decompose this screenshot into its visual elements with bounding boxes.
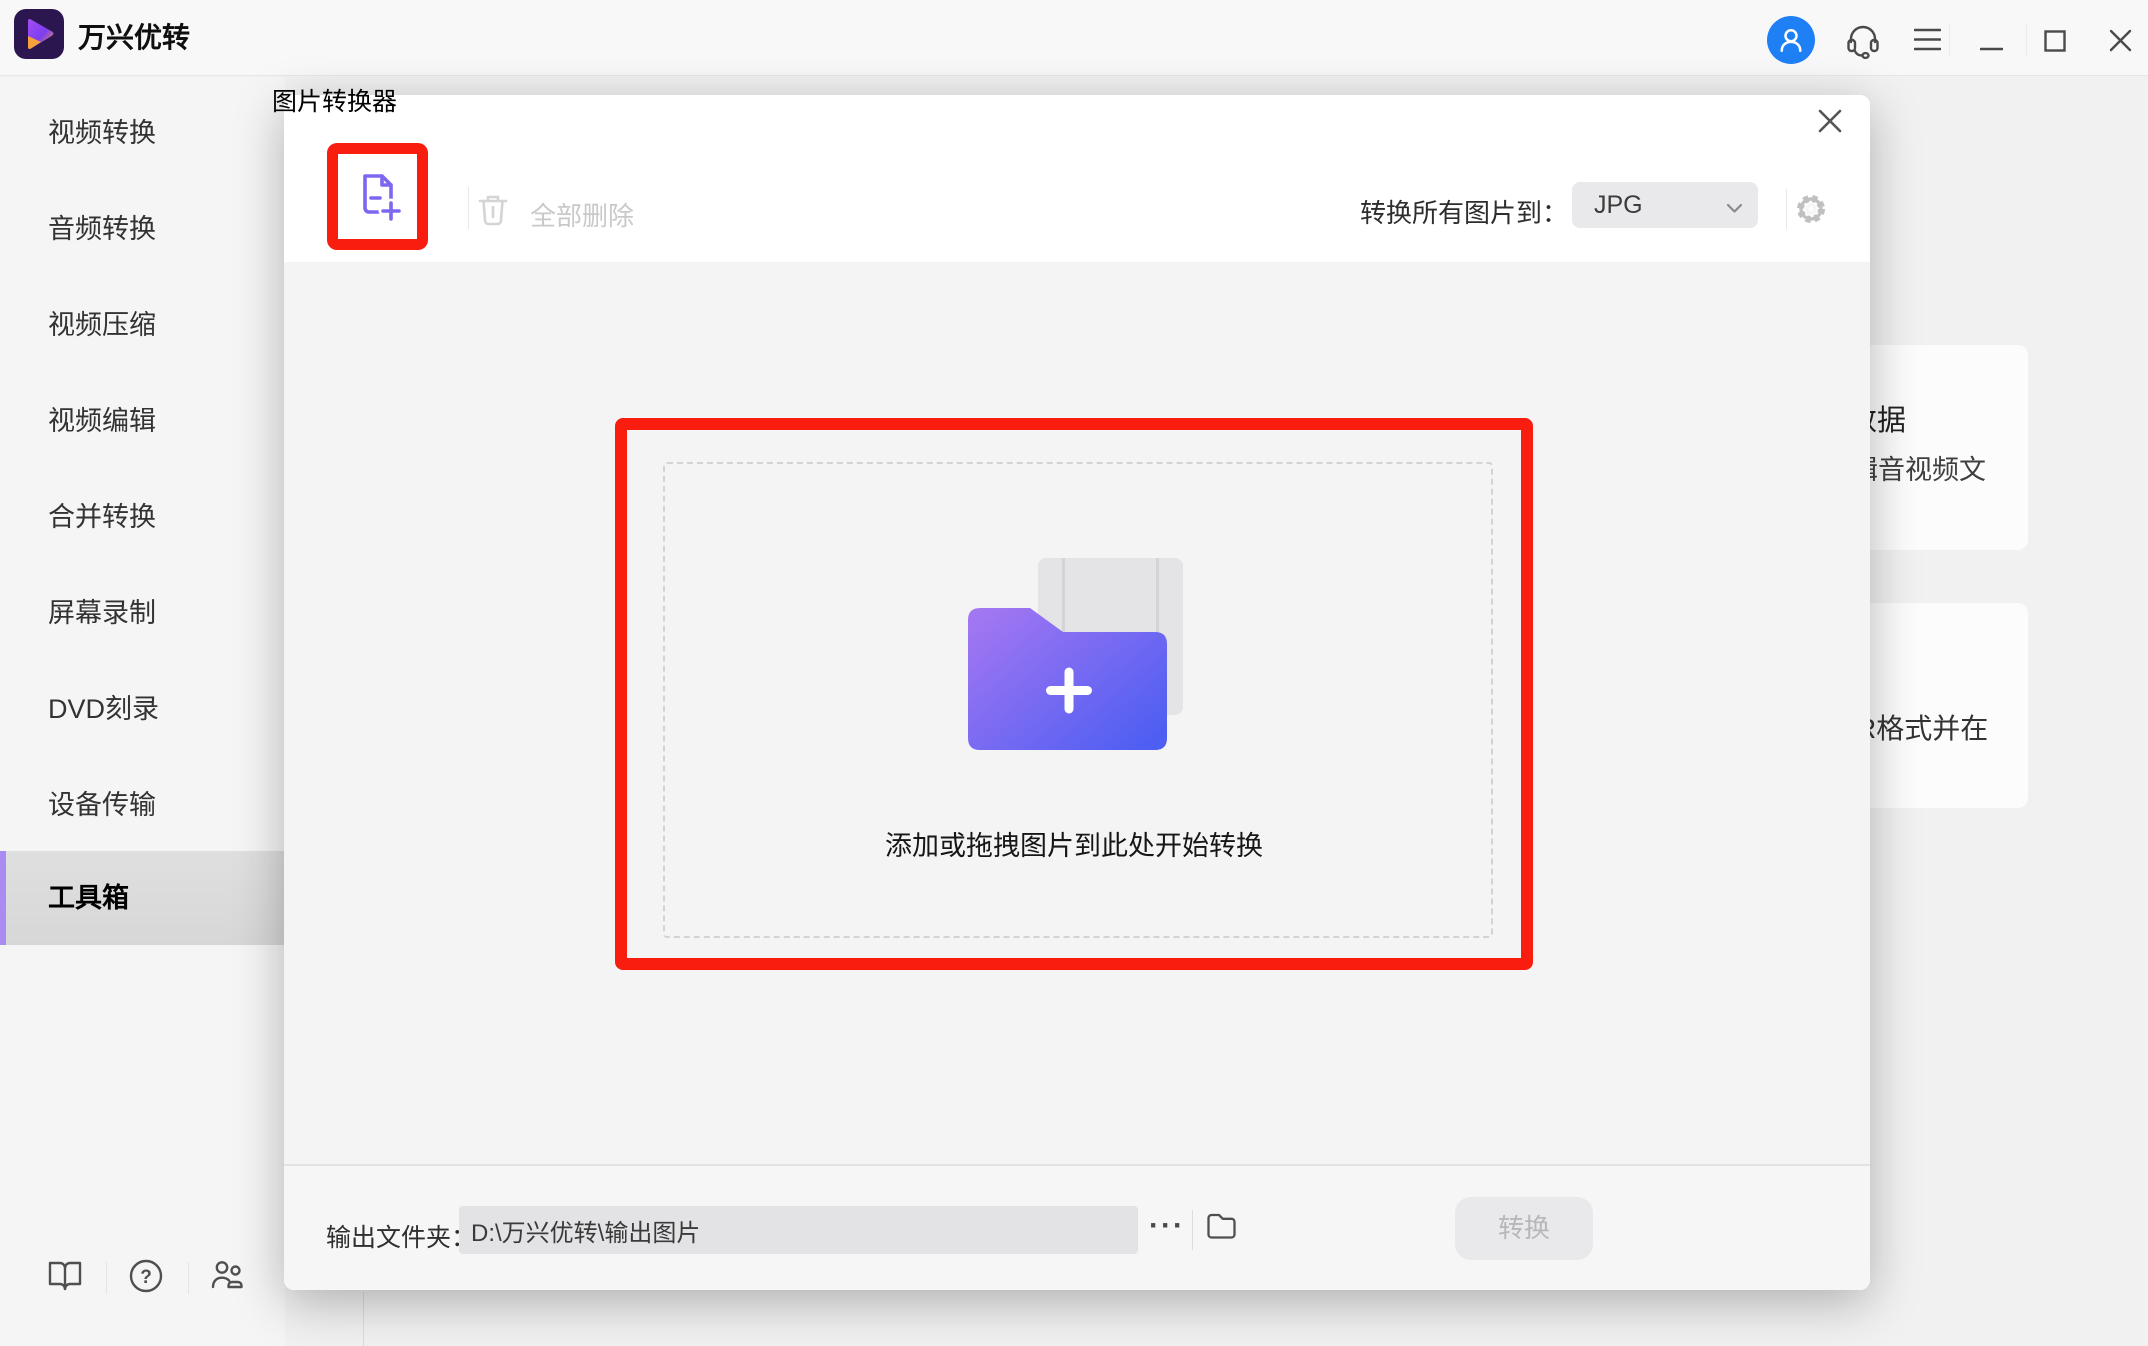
app-title: 万兴优转	[78, 0, 190, 76]
browse-more-button[interactable]: ···	[1142, 1208, 1192, 1250]
minimize-button[interactable]	[1980, 38, 2003, 56]
close-dialog-button[interactable]	[1812, 103, 1848, 139]
background-card-text: R格式并在	[1856, 707, 1988, 747]
sidebar-item-video-convert[interactable]: 视频转换	[0, 87, 285, 179]
help-icon[interactable]: ?	[128, 1258, 164, 1299]
open-folder-icon[interactable]	[1206, 1212, 1237, 1245]
sidebar-item-merge-convert[interactable]: 合并转换	[0, 471, 285, 563]
sidebar-item-video-compress[interactable]: 视频压缩	[0, 279, 285, 371]
output-folder-label: 输出文件夹：	[326, 1218, 476, 1254]
svg-text:?: ?	[140, 1267, 152, 1288]
toolbar-divider	[1786, 189, 1787, 229]
convert-button[interactable]: 转换	[1455, 1197, 1593, 1260]
support-headset-icon[interactable]	[1844, 21, 1882, 64]
sidebar-item-screen-record[interactable]: 屏幕录制	[0, 567, 285, 659]
chevron-down-icon	[1726, 201, 1743, 219]
convert-all-to-label: 转换所有图片到：	[1360, 193, 1568, 230]
toolbar-divider	[468, 187, 469, 229]
sidebar-footer-divider	[106, 1262, 107, 1294]
sidebar-item-device-transfer[interactable]: 设备传输	[0, 759, 285, 851]
titlebar-divider	[2026, 24, 2027, 56]
dialog-toolbar: 全部删除 转换所有图片到： JPG	[284, 95, 1870, 262]
image-converter-dialog: 全部删除 转换所有图片到： JPG	[284, 95, 1870, 1290]
title-bar: 万兴优转	[0, 0, 2148, 76]
affiliate-users-icon[interactable]	[208, 1258, 246, 1299]
delete-all-icon[interactable]	[476, 192, 510, 233]
close-window-button[interactable]	[2109, 29, 2132, 57]
sidebar-item-dvd-burn[interactable]: DVD刻录	[0, 663, 285, 755]
add-files-button[interactable]	[354, 172, 402, 222]
sidebar-item-video-edit[interactable]: 视频编辑	[0, 375, 285, 467]
footer-divider	[1192, 1210, 1193, 1250]
titlebar-divider	[1949, 24, 1950, 56]
sidebar-footer-divider	[188, 1262, 189, 1294]
content-divider	[363, 1292, 364, 1346]
guide-book-icon[interactable]	[46, 1258, 84, 1299]
account-avatar[interactable]	[1767, 16, 1815, 64]
annotation-red-box-dropzone	[615, 418, 1533, 970]
dialog-content: 添加或拖拽图片到此处开始转换	[284, 262, 1870, 1164]
app-logo-icon	[14, 9, 64, 59]
dialog-title: 图片转换器	[272, 82, 397, 118]
annotation-red-box-add-files	[327, 143, 428, 250]
delete-all-label[interactable]: 全部删除	[530, 196, 634, 233]
app-window: 万兴优转	[0, 0, 2148, 1346]
output-path-input[interactable]	[459, 1206, 1138, 1254]
menu-icon[interactable]	[1914, 28, 1941, 57]
format-dropdown[interactable]: JPG	[1572, 182, 1758, 228]
maximize-button[interactable]	[2044, 30, 2066, 57]
sidebar-item-audio-convert[interactable]: 音频转换	[0, 183, 285, 275]
format-dropdown-value: JPG	[1594, 182, 1643, 228]
sidebar-item-toolbox[interactable]: 工具箱	[0, 851, 285, 945]
background-card-text: 辑音视频文	[1851, 448, 1986, 487]
settings-gear-icon[interactable]	[1793, 191, 1829, 232]
dialog-footer: 输出文件夹： ··· 转换	[284, 1164, 1870, 1290]
